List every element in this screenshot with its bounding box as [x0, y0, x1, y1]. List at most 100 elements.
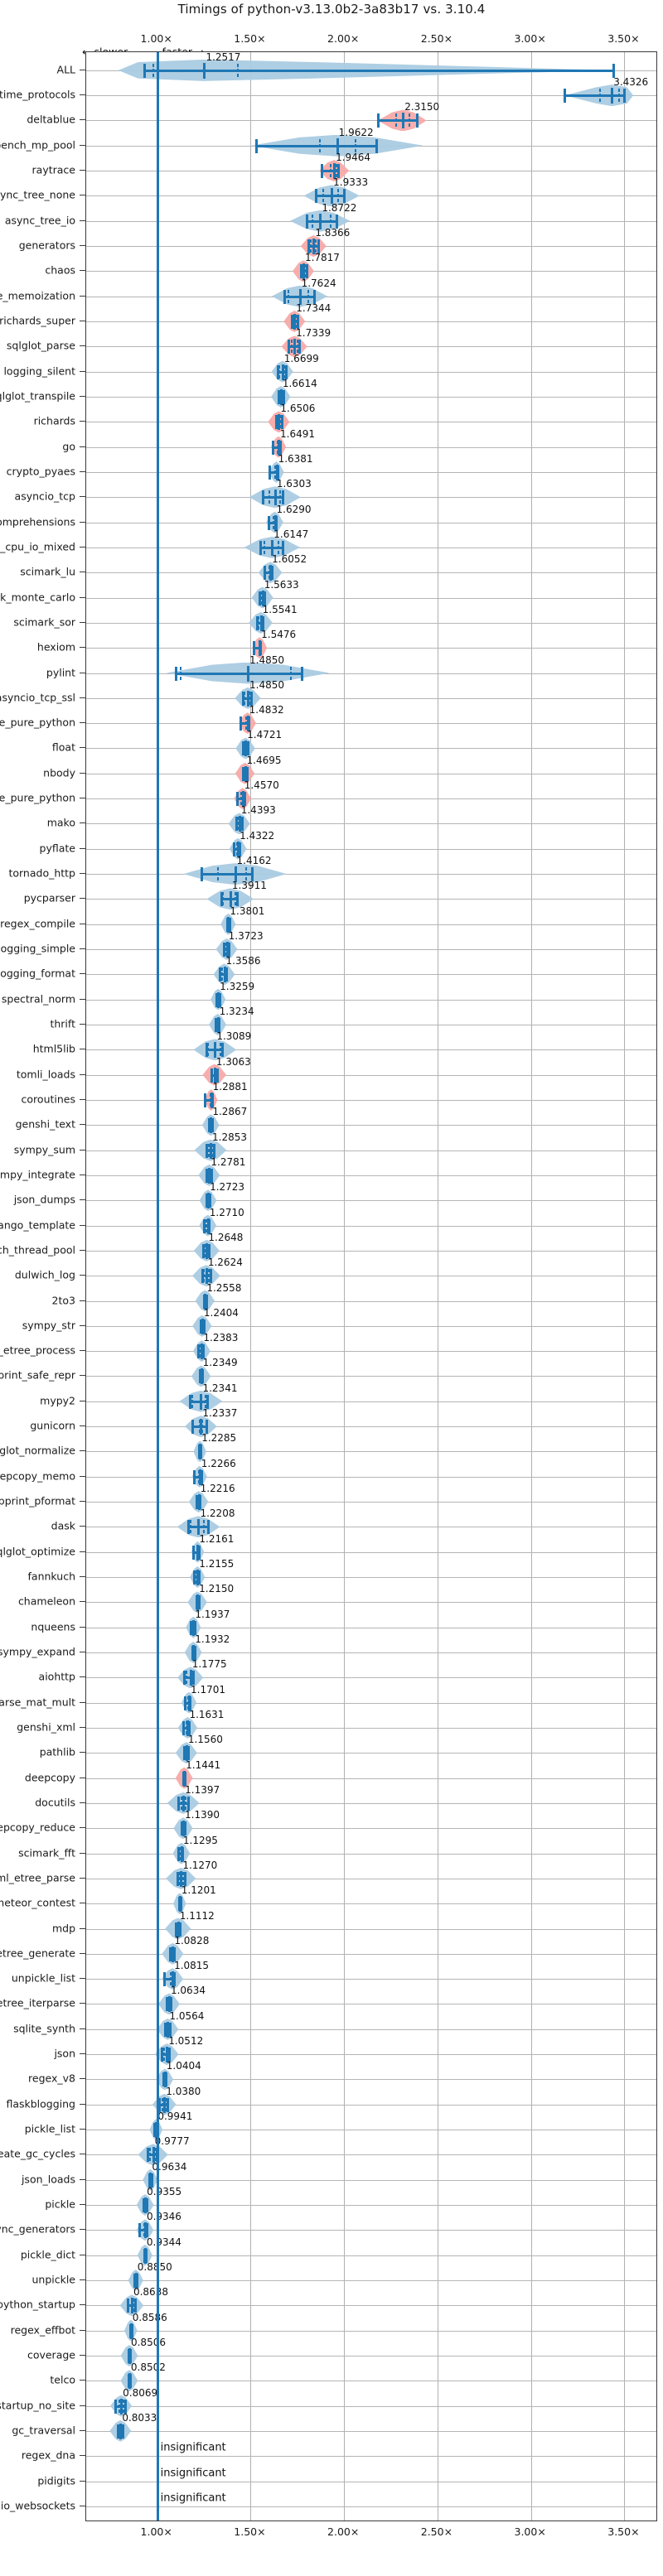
- quartile-dot: [167, 2022, 170, 2026]
- row-gridline: [86, 2230, 656, 2231]
- y-tick-mark: [80, 1150, 85, 1151]
- y-tick-label-meteor_contest: meteor_contest: [0, 1896, 75, 1909]
- y-tick-label-json_loads: json_loads: [21, 2173, 75, 2186]
- quartile-dot: [183, 1771, 186, 1775]
- row-gridline: [86, 798, 656, 799]
- whisker-cap: [192, 1469, 196, 1484]
- value-label: 1.1631: [189, 1708, 225, 1720]
- quartile-dot: [206, 1048, 209, 1052]
- y-tick-mark: [80, 773, 85, 774]
- row-gridline: [86, 1301, 656, 1302]
- quartile-dot: [128, 2308, 130, 2313]
- quartile-dot: [164, 2077, 167, 2082]
- y-tick-mark: [80, 1802, 85, 1803]
- y-tick-label-chameleon: chameleon: [17, 1594, 75, 1608]
- quartile-dot: [248, 691, 250, 695]
- row-gridline: [86, 1401, 656, 1402]
- y-tick-label-scimark_monte_carlo: scimark_monte_carlo: [0, 591, 75, 604]
- value-label: 1.2624: [207, 1257, 243, 1269]
- row-gridline: [86, 2154, 656, 2155]
- quartile-dot: [409, 123, 411, 128]
- row-gridline: [86, 1778, 656, 1779]
- row-gridline: [86, 899, 656, 900]
- y-tick-mark: [80, 1551, 85, 1552]
- value-label: 1.2208: [200, 1507, 235, 1520]
- x-gridline: [344, 52, 346, 2521]
- y-tick-label-nqueens: nqueens: [31, 1620, 75, 1633]
- value-label: 1.2723: [210, 1181, 245, 1194]
- y-tick-label-asyncio_websockets: asyncio_websockets: [0, 2499, 75, 2512]
- whisker-cap: [375, 138, 378, 153]
- quartile-dot: [261, 620, 264, 625]
- row-gridline: [86, 974, 656, 975]
- quartile-dot: [203, 1274, 206, 1278]
- y-tick-mark: [80, 2028, 85, 2029]
- quartile-dot: [274, 520, 277, 524]
- value-label: 1.1701: [191, 1683, 226, 1696]
- y-tick-label-sympy_str: sympy_str: [22, 1319, 75, 1332]
- quartile-dot: [167, 1997, 169, 2001]
- y-tick-mark: [80, 1727, 85, 1728]
- y-tick-label-sympy_expand: sympy_expand: [0, 1645, 75, 1658]
- quartile-dot: [190, 1525, 192, 1529]
- quartile-dot: [207, 1218, 210, 1223]
- quartile-dot: [311, 224, 313, 228]
- quartile-dot: [234, 892, 236, 896]
- y-tick-mark: [80, 522, 85, 523]
- row-gridline: [86, 372, 656, 373]
- quartile-dot: [182, 1876, 185, 1880]
- y-tick-label-sqlglot_parse: sqlglot_parse: [6, 339, 75, 352]
- quartile-dot: [145, 2203, 148, 2207]
- y-tick-mark: [80, 1601, 85, 1602]
- quartile-dot: [599, 94, 602, 98]
- y-tick-mark: [80, 471, 85, 472]
- y-tick-mark: [80, 1275, 85, 1276]
- quartile-dot: [322, 189, 325, 193]
- y-tick-label-regex_effbot: regex_effbot: [10, 2323, 75, 2337]
- quartile-dot: [199, 1474, 201, 1479]
- quartile-dot: [287, 289, 289, 293]
- value-label: 1.6303: [276, 478, 312, 490]
- quartile-dot: [292, 320, 294, 324]
- row-gridline: [86, 2431, 656, 2432]
- y-tick-label-logging_silent: logging_silent: [3, 364, 75, 378]
- quartile-dot: [205, 1294, 207, 1298]
- quartile-dot: [395, 123, 398, 128]
- quartile-dot: [193, 1625, 196, 1629]
- row-gridline: [86, 271, 656, 272]
- quartile-dot: [128, 2353, 131, 2357]
- row-gridline: [86, 1828, 656, 1829]
- y-tick-mark: [80, 1576, 85, 1577]
- quartile-dot: [204, 1253, 206, 1257]
- quartile-dot: [287, 294, 289, 298]
- y-tick-label-html5lib: html5lib: [32, 1042, 75, 1055]
- quartile-dot: [262, 591, 264, 595]
- quartile-dot: [296, 340, 298, 344]
- value-label: 1.8366: [315, 227, 351, 239]
- x-tick-label: 2.00×: [327, 2525, 360, 2538]
- quartile-dot: [330, 214, 332, 218]
- median-marker: [203, 62, 206, 79]
- value-label: 1.2867: [212, 1106, 248, 1118]
- quartile-dot: [118, 2424, 120, 2428]
- quartile-dot: [281, 394, 283, 398]
- whisker-cap: [268, 515, 271, 530]
- quartile-dot: [170, 1956, 172, 1961]
- y-tick-label-sqlglot_normalize: sqlglot_normalize: [0, 1444, 75, 1457]
- value-label: 0.9355: [147, 2186, 182, 2198]
- quartile-dot: [145, 2198, 148, 2202]
- row-gridline: [86, 1175, 656, 1176]
- whisker-cap: [271, 440, 274, 455]
- quartile-dot: [276, 415, 278, 419]
- quartile-dot: [296, 345, 298, 349]
- y-tick-label-unpickle_pure_python: unpickle_pure_python: [0, 791, 75, 804]
- quartile-dot: [409, 113, 411, 118]
- value-label: 0.8850: [137, 2261, 172, 2274]
- y-tick-label-python_startup: python_startup: [0, 2298, 75, 2311]
- quartile-dot: [121, 2434, 123, 2438]
- y-tick-mark: [80, 622, 85, 623]
- quartile-dot: [184, 1751, 186, 1755]
- quartile-dot: [261, 615, 264, 620]
- quartile-dot: [311, 214, 313, 218]
- quartile-dot: [354, 138, 356, 142]
